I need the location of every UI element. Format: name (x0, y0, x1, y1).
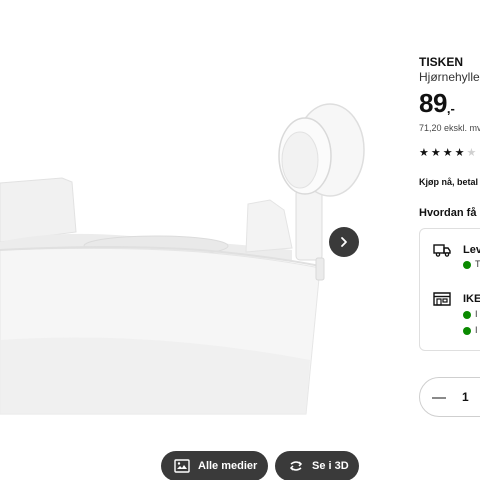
quantity-value[interactable]: 1 (462, 390, 469, 404)
rating-stars[interactable]: ★ ★ ★ ★ ★ (419, 148, 476, 159)
price-excl-vat: 71,20 ekskl. mva (419, 123, 480, 133)
product-info-panel: TISKEN Hjørnehylle 89 ,- 71,20 ekskl. mv… (419, 0, 480, 480)
delivery-heading: Hvordan få (419, 207, 477, 219)
price-integer: 89 (419, 88, 447, 118)
store-icon (433, 292, 451, 311)
status-dot (463, 311, 471, 319)
status-text: I (475, 309, 478, 319)
star-icon: ★ (454, 147, 465, 159)
status-dot (463, 327, 471, 335)
star-empty-icon: ★ (466, 147, 477, 159)
price-decimal: ,- (446, 101, 455, 116)
all-media-button[interactable]: Alle medier (161, 451, 268, 480)
star-icon: ★ (442, 147, 453, 159)
delivery-option-label: Lev (463, 244, 480, 256)
all-media-label: Alle medier (198, 460, 258, 472)
star-icon: ★ (419, 147, 429, 159)
price: 89 ,- (419, 88, 455, 124)
rotate-3d-icon (288, 459, 304, 473)
star-icon: ★ (430, 147, 441, 159)
status-text: T (475, 259, 480, 269)
gallery-icon (174, 459, 190, 473)
quantity-stepper[interactable]: 1 (419, 377, 480, 417)
status-text: I (475, 325, 478, 335)
product-image-area[interactable]: Alle medier Se i 3D (0, 0, 400, 480)
next-image-button[interactable] (329, 227, 359, 257)
status-dot (463, 261, 471, 269)
truck-icon (433, 243, 451, 262)
chevron-right-icon (341, 237, 347, 247)
product-description: Hjørnehylle (419, 70, 480, 84)
delivery-options-box: Lev T IKEA I I (419, 228, 480, 351)
delivery-option-label: IKEA (463, 293, 480, 305)
klarna-info[interactable]: Kjøp nå, betal (419, 177, 478, 187)
view-3d-button[interactable]: Se i 3D (275, 451, 359, 480)
product-name[interactable]: TISKEN (419, 55, 463, 69)
decrease-quantity-button[interactable] (432, 397, 446, 399)
view-3d-label: Se i 3D (312, 460, 349, 472)
